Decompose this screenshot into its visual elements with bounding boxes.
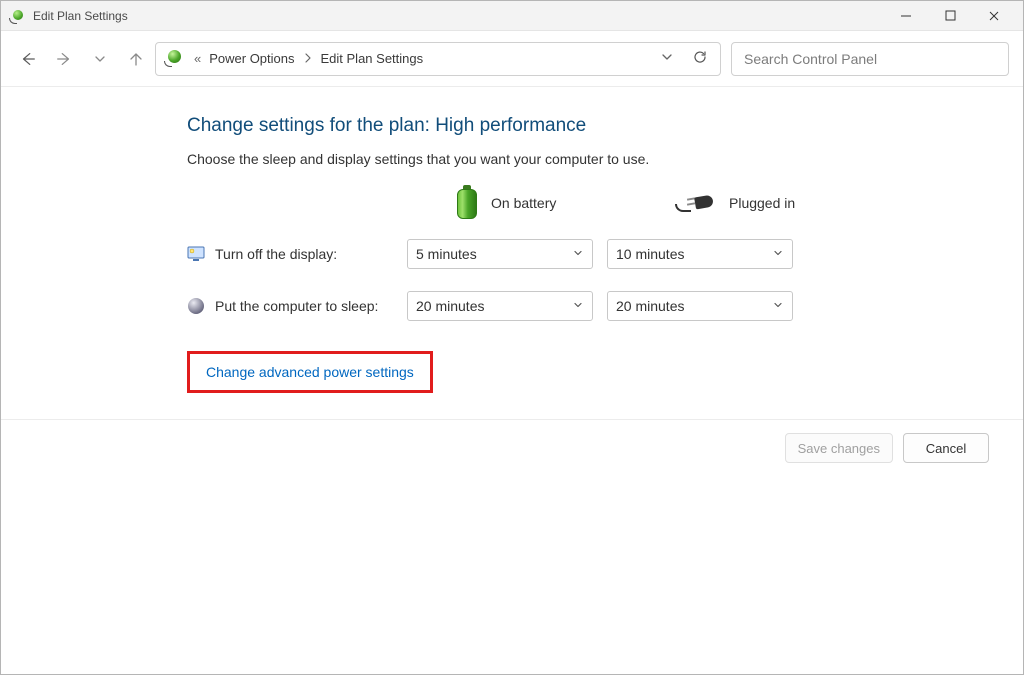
row-label: Turn off the display: — [187, 245, 407, 263]
breadcrumb-label: Edit Plan Settings — [321, 51, 424, 66]
display-off-battery-select[interactable]: 5 minutes — [407, 239, 593, 269]
page-heading: Change settings for the plan: High perfo… — [187, 115, 1023, 137]
search-input[interactable] — [744, 51, 996, 67]
display-off-plugged-select[interactable]: 10 minutes — [607, 239, 793, 269]
column-label: Plugged in — [729, 195, 795, 211]
power-options-icon — [164, 48, 186, 70]
chevron-down-icon — [572, 246, 584, 262]
select-value: 20 minutes — [616, 298, 684, 314]
address-dropdown-button[interactable] — [660, 50, 674, 67]
sleep-plugged-select[interactable]: 20 minutes — [607, 291, 793, 321]
window-controls — [893, 5, 1007, 27]
chevron-down-icon — [772, 298, 784, 314]
window: Edit Plan Settings — [0, 0, 1024, 675]
chevron-down-icon — [772, 246, 784, 262]
maximize-button[interactable] — [937, 5, 963, 27]
back-button[interactable] — [19, 50, 37, 68]
change-advanced-power-settings-link[interactable]: Change advanced power settings — [206, 364, 414, 380]
battery-icon — [455, 185, 479, 221]
column-label: On battery — [491, 195, 556, 211]
select-value: 20 minutes — [416, 298, 484, 314]
plugged-in-column: Plugged in — [607, 192, 807, 214]
search-box[interactable] — [731, 42, 1009, 76]
page-subtext: Choose the sleep and display settings th… — [187, 151, 1023, 167]
power-columns-header: On battery Plugged in — [187, 185, 1023, 221]
display-icon — [187, 245, 205, 263]
row-label: Put the computer to sleep: — [187, 297, 407, 315]
address-bar[interactable]: « Power Options Edit Plan Settings — [155, 42, 721, 76]
breadcrumb-segment[interactable]: Edit Plan Settings — [321, 51, 424, 66]
chevron-right-icon — [303, 51, 313, 66]
row-label-text: Turn off the display: — [215, 246, 337, 262]
power-options-icon — [9, 7, 27, 25]
window-title: Edit Plan Settings — [33, 9, 128, 23]
cancel-button[interactable]: Cancel — [903, 433, 989, 463]
chevron-left-double-icon: « — [194, 51, 201, 66]
breadcrumb-label: Power Options — [209, 51, 294, 66]
forward-button[interactable] — [55, 50, 73, 68]
content-area: Change settings for the plan: High perfo… — [1, 87, 1023, 674]
recent-locations-button[interactable] — [91, 50, 109, 68]
main-panel: Change settings for the plan: High perfo… — [1, 87, 1023, 393]
select-value: 5 minutes — [416, 246, 477, 262]
up-button[interactable] — [127, 50, 145, 68]
on-battery-column: On battery — [407, 185, 607, 221]
titlebar-left: Edit Plan Settings — [9, 7, 128, 25]
breadcrumb-segment[interactable]: Power Options — [209, 51, 294, 66]
navigation-bar: « Power Options Edit Plan Settings — [1, 31, 1023, 87]
close-button[interactable] — [981, 5, 1007, 27]
chevron-down-icon — [572, 298, 584, 314]
footer-buttons: Save changes Cancel — [1, 420, 1023, 476]
refresh-button[interactable] — [692, 49, 708, 68]
sleep-row: Put the computer to sleep: 20 minutes 20… — [187, 291, 1023, 321]
sleep-icon — [187, 297, 205, 315]
highlighted-link-box: Change advanced power settings — [187, 351, 433, 393]
titlebar: Edit Plan Settings — [1, 1, 1023, 31]
turn-off-display-row: Turn off the display: 5 minutes 10 minut… — [187, 239, 1023, 269]
select-value: 10 minutes — [616, 246, 684, 262]
minimize-button[interactable] — [893, 5, 919, 27]
nav-arrows — [19, 50, 145, 68]
sleep-battery-select[interactable]: 20 minutes — [407, 291, 593, 321]
plug-icon — [675, 192, 717, 214]
save-changes-button[interactable]: Save changes — [785, 433, 893, 463]
row-label-text: Put the computer to sleep: — [215, 298, 378, 314]
